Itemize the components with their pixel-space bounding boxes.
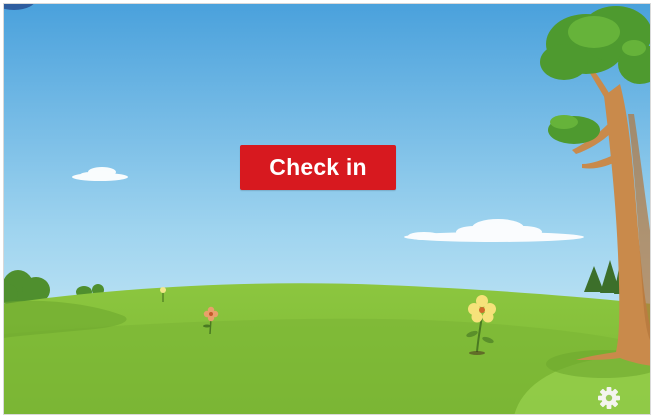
gear-icon (596, 385, 622, 411)
background-scene (4, 4, 650, 414)
app-screen: Check in (3, 3, 651, 415)
settings-button[interactable] (596, 385, 622, 411)
check-in-button[interactable]: Check in (240, 145, 396, 190)
